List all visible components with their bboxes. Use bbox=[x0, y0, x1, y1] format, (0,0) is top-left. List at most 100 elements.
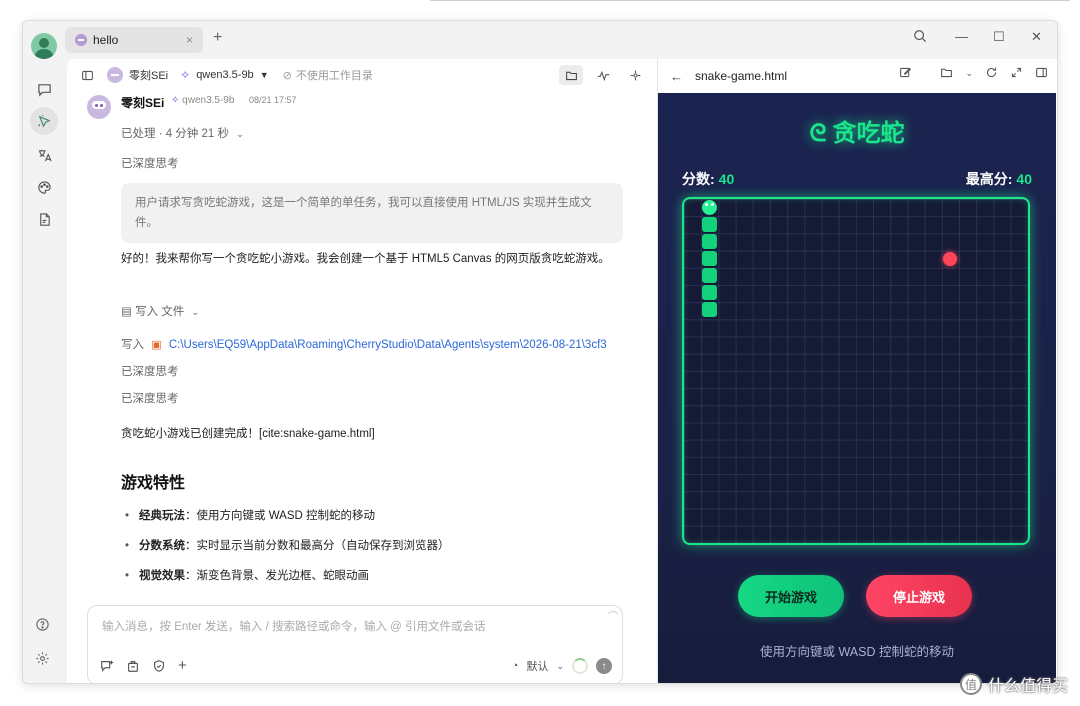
resize-handle-icon[interactable]: ⌒ bbox=[608, 608, 618, 623]
attachment-icon[interactable] bbox=[126, 659, 140, 676]
folder-icon[interactable] bbox=[940, 66, 953, 82]
close-window-icon[interactable]: ✕ bbox=[1031, 29, 1042, 45]
deep-think-label-3[interactable]: 已深度思考 bbox=[121, 390, 179, 406]
snake-head bbox=[702, 200, 717, 215]
tab-close-icon[interactable]: × bbox=[186, 33, 193, 47]
workspace-label[interactable]: 不使用工作目录 bbox=[296, 67, 373, 83]
split-panel-icon[interactable] bbox=[1035, 66, 1048, 82]
snake-segment bbox=[702, 234, 717, 249]
thinking-block: 用户请求写贪吃蛇游戏，这是一个简单的单任务，我可以直接使用 HTML/JS 实现… bbox=[121, 183, 623, 243]
message-input[interactable]: 输入消息，按 Enter 发送，输入 / 搜索路径或命令，输入 @ 引用文件或会… bbox=[87, 605, 623, 683]
message-model: ✧ qwen3.5-9b bbox=[171, 95, 235, 106]
tab-agent-icon bbox=[75, 34, 87, 46]
intro-paragraph: 好的！我来帮你写一个贪吃蛇小游戏。我会创建一个基于 HTML5 Canvas 的… bbox=[121, 253, 610, 265]
input-placeholder: 输入消息，按 Enter 发送，输入 / 搜索路径或命令，输入 @ 引用文件或会… bbox=[102, 621, 486, 633]
score-display: 分数: 40 bbox=[682, 169, 734, 189]
feature-text: ：渐变色背景、发光边框、蛇眼动画 bbox=[185, 570, 370, 582]
watermark: 值 什么值得买 bbox=[959, 672, 1068, 696]
processed-status[interactable]: 已处理 · 4 分钟 21 秒 ⌄ bbox=[121, 125, 244, 141]
file-icon[interactable] bbox=[32, 207, 56, 231]
mode-selector[interactable]: 默认 bbox=[526, 658, 548, 674]
watermark-logo-icon: 值 bbox=[959, 673, 982, 695]
agent-avatar bbox=[107, 67, 123, 83]
chevron-down-icon[interactable]: ⌄ bbox=[965, 68, 973, 82]
minimize-icon[interactable]: — bbox=[955, 29, 968, 44]
palette-icon[interactable] bbox=[32, 175, 56, 199]
maximize-icon[interactable]: ☐ bbox=[993, 29, 1005, 45]
top-border-line bbox=[430, 0, 1070, 1]
chevron-down-icon: ⌄ bbox=[236, 129, 244, 139]
send-button[interactable]: ↑ bbox=[596, 658, 612, 674]
message-area: 零刻SEi ✧ qwen3.5-9b 08/21 17:57 已处理 · 4 分… bbox=[67, 91, 657, 591]
search-icon[interactable] bbox=[913, 29, 927, 47]
snake-icon: ᘓ bbox=[809, 120, 827, 147]
feature-label: 分数系统 bbox=[139, 540, 186, 552]
start-game-button[interactable]: 开始游戏 bbox=[738, 575, 844, 617]
app-window: hello × + — ☐ ✕ 零刻SEi ✧ qwen3.5-9b ▼ ⊘ 不… bbox=[22, 20, 1058, 684]
input-toolbar: + bbox=[100, 658, 187, 676]
model-icon: ✧ bbox=[180, 68, 191, 82]
feature-label: 经典玩法 bbox=[139, 510, 186, 522]
tab-bar: hello × + — ☐ ✕ bbox=[65, 21, 1057, 59]
snake-game: ᘓ 贪吃蛇 分数: 40 最高分: 40 开始游戏 停止游戏 使用方向键或 WASD … bbox=[658, 93, 1056, 683]
expand-icon[interactable] bbox=[1010, 66, 1023, 82]
snake-segment bbox=[702, 285, 717, 300]
tab-hello[interactable]: hello × bbox=[65, 27, 203, 53]
preview-toolbar: ⌄ bbox=[899, 66, 1048, 82]
processed-label: 已处理 · 4 分钟 21 秒 bbox=[121, 128, 229, 140]
game-board[interactable] bbox=[682, 197, 1030, 545]
stop-game-button[interactable]: 停止游戏 bbox=[866, 575, 972, 617]
settings-icon[interactable] bbox=[35, 651, 50, 669]
snake-segment bbox=[702, 251, 717, 266]
food-item bbox=[943, 252, 957, 266]
new-topic-icon[interactable] bbox=[100, 659, 114, 676]
tab-title: hello bbox=[93, 33, 119, 47]
assistant-avatar bbox=[87, 95, 111, 119]
preview-header: ← snake-game.html ⌄ bbox=[658, 59, 1057, 93]
translate-icon[interactable] bbox=[32, 143, 56, 167]
edit-icon[interactable] bbox=[899, 66, 912, 82]
shield-icon[interactable] bbox=[152, 659, 166, 676]
feature-label: 视觉效果 bbox=[139, 570, 186, 582]
write-label: 写入 bbox=[121, 339, 144, 351]
message-author: 零刻SEi bbox=[121, 96, 165, 110]
gauge-icon: ◔ bbox=[511, 660, 519, 672]
back-arrow-icon[interactable]: ← bbox=[670, 69, 683, 84]
features-heading: 游戏特性 bbox=[121, 475, 186, 492]
message-model-label: qwen3.5-9b bbox=[182, 95, 235, 106]
best-score-display: 最高分: 40 bbox=[966, 169, 1032, 189]
write-file-tool[interactable]: ▤ 写入 文件 ⌄ bbox=[121, 303, 199, 319]
user-avatar[interactable] bbox=[31, 33, 57, 59]
add-icon[interactable]: + bbox=[178, 658, 187, 676]
snake-segment bbox=[702, 302, 717, 317]
feature-item: 分数系统：实时显示当前分数和最高分（自动保存到浏览器） bbox=[125, 537, 450, 553]
html-file-icon: ▣ bbox=[151, 339, 162, 351]
watermark-text: 什么值得买 bbox=[987, 678, 1068, 695]
feature-item: 经典玩法：使用方向键或 WASD 控制蛇的移动 bbox=[125, 507, 375, 523]
write-path-row: 写入 ▣ C:\Users\EQ59\AppData\Roaming\Cherr… bbox=[121, 336, 629, 352]
chat-header: 零刻SEi ✧ qwen3.5-9b ▼ ⊘ 不使用工作目录 bbox=[67, 59, 657, 91]
activity-icon[interactable] bbox=[591, 65, 615, 85]
tools-icon[interactable] bbox=[623, 65, 647, 85]
best-score-value: 40 bbox=[1016, 171, 1032, 187]
deep-think-label-2[interactable]: 已深度思考 bbox=[121, 363, 179, 379]
chevron-down-icon[interactable]: ⌄ bbox=[556, 661, 564, 672]
chevron-down-icon[interactable]: ▼ bbox=[260, 70, 269, 80]
chat-icon[interactable] bbox=[32, 77, 56, 101]
file-path-link[interactable]: C:\Users\EQ59\AppData\Roaming\CherryStud… bbox=[169, 339, 607, 351]
folder-icon[interactable] bbox=[559, 65, 583, 85]
deep-think-label[interactable]: 已深度思考 bbox=[121, 155, 179, 171]
feature-text: ：实时显示当前分数和最高分（自动保存到浏览器） bbox=[185, 540, 450, 552]
model-selector[interactable]: qwen3.5-9b bbox=[196, 69, 254, 81]
done-message: 贪吃蛇小游戏已创建完成！[cite:snake-game.html] bbox=[121, 428, 375, 440]
agent-icon[interactable] bbox=[30, 107, 58, 135]
refresh-icon[interactable] bbox=[985, 66, 998, 82]
snake-segment bbox=[702, 268, 717, 283]
add-tab-icon[interactable]: + bbox=[213, 29, 222, 47]
help-icon[interactable] bbox=[35, 617, 50, 635]
input-actions: ◔ 默认 ⌄ ↑ bbox=[512, 658, 612, 674]
feature-text: ：使用方向键或 WASD 控制蛇的移动 bbox=[185, 510, 375, 522]
feature-item: 视觉效果：渐变色背景、发光边框、蛇眼动画 bbox=[125, 567, 369, 583]
toggle-sidebar-icon[interactable] bbox=[79, 67, 95, 83]
agent-name[interactable]: 零刻SEi bbox=[129, 67, 168, 83]
